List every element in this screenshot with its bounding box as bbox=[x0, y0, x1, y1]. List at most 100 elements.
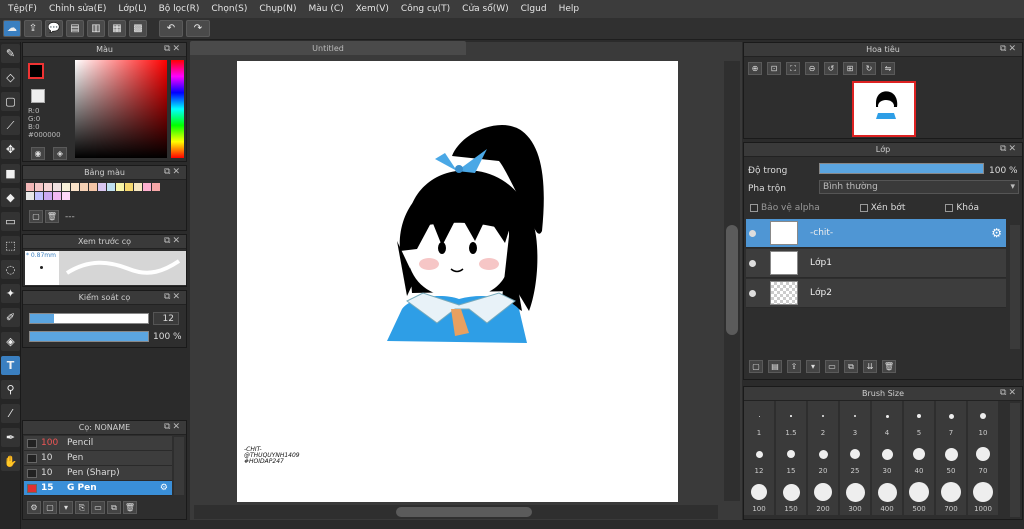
brush-size-cell[interactable]: 100 bbox=[744, 477, 774, 515]
panel-controls-icon[interactable]: ⧉✕ bbox=[1000, 144, 1018, 154]
menu-item-3[interactable]: Bộ lọc(R) bbox=[153, 4, 206, 14]
brush-item[interactable]: 10 Pen bbox=[24, 451, 172, 466]
eyedropper-tool-icon[interactable]: ⁄ bbox=[1, 404, 20, 423]
brush-size-cell[interactable]: 2 bbox=[808, 401, 838, 439]
brush-size-cell[interactable]: 400 bbox=[872, 477, 902, 515]
add-layer-dropdown-icon[interactable]: ▾ bbox=[806, 360, 820, 373]
zoom-out-icon[interactable]: ⊖ bbox=[805, 62, 819, 75]
palette-swatch[interactable] bbox=[80, 183, 88, 191]
panel-controls-icon[interactable]: ⧉✕ bbox=[164, 422, 182, 432]
menu-item-1[interactable]: Chỉnh sửa(E) bbox=[43, 4, 112, 14]
hand-tool-icon[interactable]: ✋ bbox=[1, 452, 20, 471]
new-layer-icon[interactable]: ▢ bbox=[749, 360, 763, 373]
lasso-tool-icon[interactable]: ◌ bbox=[1, 260, 20, 279]
panel-controls-icon[interactable]: ⧉✕ bbox=[164, 167, 182, 177]
palette-swatch[interactable] bbox=[62, 183, 70, 191]
palette-swatch[interactable] bbox=[62, 192, 70, 200]
menu-item-11[interactable]: Help bbox=[553, 4, 586, 14]
palette-swatch[interactable] bbox=[116, 183, 124, 191]
canvas-tab[interactable]: Untitled bbox=[190, 41, 466, 55]
palette-swatch[interactable] bbox=[107, 183, 115, 191]
visibility-eye-icon[interactable] bbox=[749, 229, 756, 237]
palette-swatch[interactable] bbox=[26, 192, 34, 200]
new-brush-icon[interactable]: ▢ bbox=[43, 501, 57, 514]
gear-icon[interactable]: ⚙ bbox=[991, 226, 1002, 240]
brush-size-cell[interactable]: 200 bbox=[808, 477, 838, 515]
menu-item-2[interactable]: Lớp(L) bbox=[112, 4, 152, 14]
navigator-thumbnail[interactable] bbox=[852, 81, 916, 137]
palette-swatch[interactable] bbox=[98, 183, 106, 191]
fill-rect-tool-icon[interactable]: ■ bbox=[1, 164, 20, 183]
palette-swatch[interactable] bbox=[125, 183, 133, 191]
message-icon[interactable]: ▤ bbox=[66, 20, 84, 37]
brush-size-cell[interactable]: 1.5 bbox=[776, 401, 806, 439]
canvas-vertical-scroll-thumb[interactable] bbox=[726, 225, 738, 335]
brush-size-cell[interactable]: 70 bbox=[968, 439, 998, 477]
layer-folder-icon[interactable]: ▭ bbox=[825, 360, 839, 373]
layer-row[interactable]: Lớp2 bbox=[746, 279, 1006, 308]
gear-icon[interactable]: ⚙ bbox=[160, 483, 168, 493]
brush-size-cell[interactable]: 12 bbox=[744, 439, 774, 477]
magic-wand-tool-icon[interactable]: ✦ bbox=[1, 284, 20, 303]
palette-swatch[interactable] bbox=[152, 183, 160, 191]
blend-mode-select[interactable]: Bình thường ▾ bbox=[819, 180, 1019, 194]
cloud-icon[interactable]: ☁ bbox=[3, 20, 21, 37]
brush-item[interactable]: 10 Pen (Sharp) bbox=[24, 466, 172, 481]
visibility-eye-icon[interactable] bbox=[749, 259, 756, 267]
brush-item[interactable]: 15 G Pen ⚙ bbox=[24, 481, 172, 496]
color-picker-gradient[interactable] bbox=[75, 60, 167, 158]
new-layer-up-icon[interactable]: ⇪ bbox=[787, 360, 801, 373]
layer-row[interactable]: -chit- ⚙ bbox=[746, 219, 1006, 248]
layer-list-scrollbar[interactable] bbox=[1010, 225, 1020, 349]
panel-controls-icon[interactable]: ⧉✕ bbox=[164, 292, 182, 302]
undo-icon[interactable]: ↶ bbox=[159, 20, 183, 37]
text-tool-icon[interactable]: T bbox=[1, 356, 20, 375]
menu-item-10[interactable]: Clgud bbox=[515, 4, 553, 14]
brush-size-cell[interactable]: 3 bbox=[840, 401, 870, 439]
brush-size-scrollbar[interactable] bbox=[1010, 403, 1020, 517]
duplicate-brush-icon[interactable]: ⧉ bbox=[107, 501, 121, 514]
clipping-checkbox[interactable]: Xén bớt bbox=[859, 203, 905, 213]
brush-size-cell[interactable]: 5 bbox=[904, 401, 934, 439]
menu-item-4[interactable]: Chọn(S) bbox=[205, 4, 253, 14]
grid-icon[interactable]: ▩ bbox=[129, 20, 147, 37]
drawing-canvas[interactable]: -CHIT- @THUQUYNH1409 #HOIDAP247 bbox=[237, 61, 678, 502]
delete-brush-icon[interactable]: 🗑 bbox=[123, 501, 137, 514]
zoom-tool-icon[interactable]: ⚲ bbox=[1, 380, 20, 399]
folder-brush-icon[interactable]: ▭ bbox=[91, 501, 105, 514]
brush-size-cell[interactable]: 25 bbox=[840, 439, 870, 477]
menu-item-5[interactable]: Chụp(N) bbox=[253, 4, 302, 14]
brush-opacity-slider[interactable] bbox=[29, 331, 149, 342]
select-eraser-tool-icon[interactable]: ◈ bbox=[1, 332, 20, 351]
palette-swatch[interactable] bbox=[44, 192, 52, 200]
brush-size-slider[interactable] bbox=[29, 313, 149, 324]
brush-size-cell[interactable]: 1 bbox=[744, 401, 774, 439]
panel-controls-icon[interactable]: ⧉✕ bbox=[1000, 44, 1018, 54]
stroke-tool-icon[interactable]: ⟋ bbox=[1, 116, 20, 135]
brush-size-value[interactable]: 12 bbox=[153, 312, 179, 325]
palette-swatch[interactable] bbox=[35, 192, 43, 200]
eraser-tool-icon[interactable]: ◇ bbox=[1, 68, 20, 87]
brush-size-cell[interactable]: 700 bbox=[936, 477, 966, 515]
brush-size-cell[interactable]: 50 bbox=[936, 439, 966, 477]
lock-checkbox[interactable]: Khóa bbox=[945, 203, 979, 213]
hue-slider[interactable] bbox=[171, 60, 184, 158]
brush-size-cell[interactable]: 30 bbox=[872, 439, 902, 477]
menu-item-6[interactable]: Màu (C) bbox=[303, 4, 350, 14]
zoom-fit-icon[interactable]: ⊡ bbox=[767, 62, 781, 75]
brush-item[interactable]: 100 Pencil bbox=[24, 436, 172, 451]
layer-opacity-slider[interactable] bbox=[819, 163, 984, 174]
gradient-tool-icon[interactable]: ▭ bbox=[1, 212, 20, 231]
rectangle-tool-icon[interactable]: ▢ bbox=[1, 92, 20, 111]
palette-swatch[interactable] bbox=[44, 183, 52, 191]
palette-swatch[interactable] bbox=[53, 183, 61, 191]
delete-palette-icon[interactable]: 🗑 bbox=[45, 210, 59, 223]
menu-item-0[interactable]: Tệp(F) bbox=[2, 4, 43, 14]
brush-size-cell[interactable]: 500 bbox=[904, 477, 934, 515]
delete-layer-icon[interactable]: 🗑 bbox=[882, 360, 896, 373]
brush-tool-icon[interactable]: ✎ bbox=[1, 44, 20, 63]
move-tool-icon[interactable]: ✥ bbox=[1, 140, 20, 159]
comment-icon[interactable]: 💬 bbox=[45, 20, 63, 37]
fit-window-icon[interactable]: ⛶ bbox=[786, 62, 800, 75]
select-pen-tool-icon[interactable]: ✐ bbox=[1, 308, 20, 327]
